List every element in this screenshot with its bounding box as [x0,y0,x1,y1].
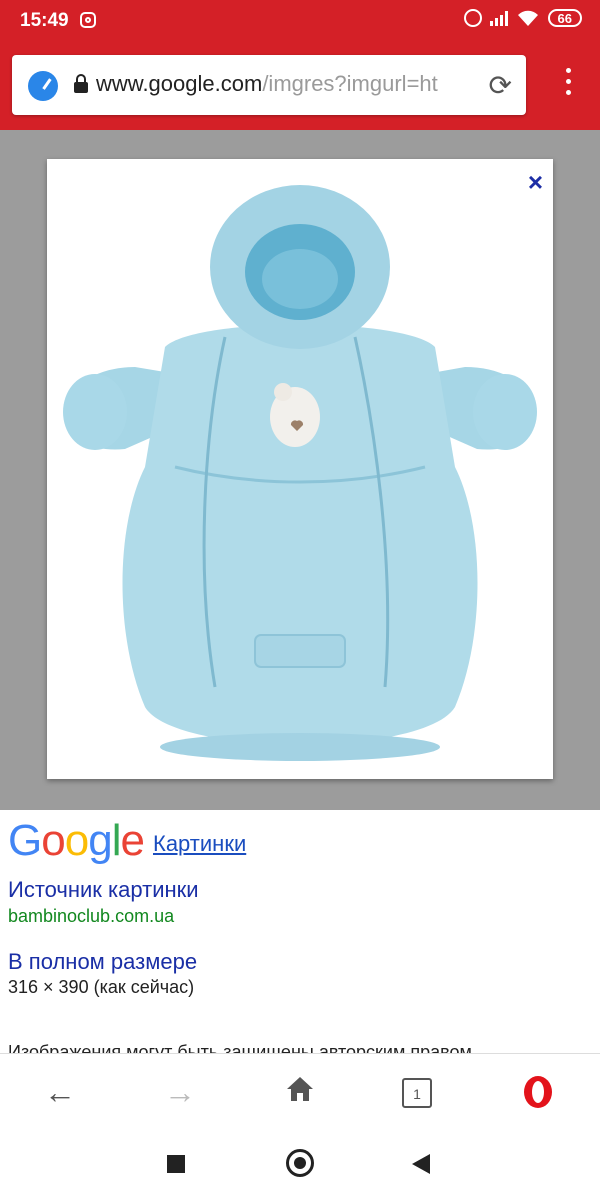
overflow-menu-icon[interactable] [566,68,572,104]
alarm-icon [463,9,482,27]
product-image [63,185,537,761]
tabs-button[interactable]: 1 [402,1078,432,1108]
home-button[interactable] [286,1149,314,1177]
reload-icon[interactable]: ⟳ [489,69,512,102]
back-button[interactable]: ← [40,1074,80,1110]
opera-icon[interactable] [522,1074,554,1110]
url-path: /imgres?imgurl=ht [262,71,438,96]
speed-dial-icon[interactable] [28,71,58,101]
forward-button[interactable]: → [160,1074,200,1110]
address-bar[interactable]: www.google.com/imgres?imgurl=ht ⟳ [12,55,526,115]
browser-bottom-nav: ← → 1 [0,1053,600,1132]
browser-toolbar: www.google.com/imgres?imgurl=ht ⟳ [0,43,600,130]
status-icons: 66 [463,9,582,27]
battery-indicator: 66 [547,9,582,27]
instagram-notification-icon [80,12,96,28]
logo-letter: o [64,816,90,865]
full-size-dimensions: 316 × 390 (как сейчас) [8,977,195,997]
lock-icon [74,74,88,93]
status-time: 15:49 [20,10,69,31]
url-host: www.google.com [96,71,263,96]
image-result-info: Google Картинки Источник картинки bambin… [0,810,600,1060]
wifi-icon [517,10,538,26]
logo-letter: e [120,816,145,865]
logo-letter: g [88,816,113,865]
url-text[interactable]: www.google.com/imgres?imgurl=ht [96,71,476,97]
source-title-link[interactable]: Источник картинки [8,877,199,903]
system-nav-bar [0,1131,600,1199]
recent-apps-button[interactable] [167,1155,185,1173]
full-size-link[interactable]: В полном размере [8,949,197,975]
google-logo[interactable]: Google [8,816,145,866]
home-icon[interactable] [280,1074,320,1110]
images-link[interactable]: Картинки [153,831,246,857]
signal-icon [489,10,508,26]
status-bar: 15:49 66 [0,0,600,43]
system-back-button[interactable] [412,1154,430,1174]
logo-letter: o [41,816,66,865]
logo-letter: G [8,816,42,865]
image-preview[interactable]: × [47,159,553,779]
image-viewer: × [0,130,600,810]
source-url[interactable]: bambinoclub.com.ua [8,906,174,927]
